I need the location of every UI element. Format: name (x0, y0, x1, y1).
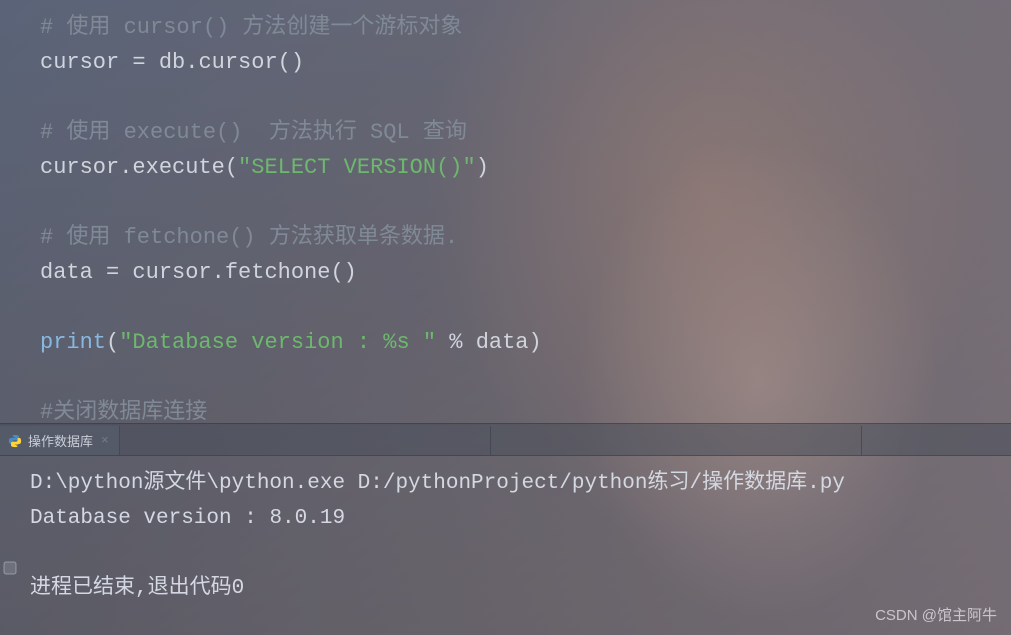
console-line: Database version : 8.0.19 (30, 501, 1011, 536)
code-token: "Database version : %s " (119, 330, 436, 355)
code-token: # 使用 cursor() 方法创建一个游标对象 (40, 15, 462, 40)
code-token: fetchone (225, 260, 331, 285)
code-token: = (106, 260, 132, 285)
code-token: ( (106, 330, 119, 355)
code-token: data (476, 330, 529, 355)
code-token: #关闭数据库连接 (40, 400, 207, 423)
code-line[interactable]: # 使用 cursor() 方法创建一个游标对象 (40, 10, 1011, 45)
code-line[interactable] (40, 80, 1011, 115)
gutter-indicator-icon (2, 558, 18, 574)
code-line[interactable]: cursor.execute("SELECT VERSION()") (40, 150, 1011, 185)
console-line (30, 536, 1011, 571)
tab-divider (490, 426, 491, 455)
watermark-text: CSDN @馆主阿牛 (875, 604, 997, 625)
code-token: ) (529, 330, 542, 355)
code-token: () (278, 50, 304, 75)
code-token: ( (225, 155, 238, 180)
console-tab-label: 操作数据库 (28, 431, 93, 450)
code-token: % (436, 330, 476, 355)
code-token: cursor (40, 155, 119, 180)
code-token: db (159, 50, 185, 75)
code-line[interactable] (40, 185, 1011, 220)
code-line[interactable] (40, 360, 1011, 395)
code-token: . (185, 50, 198, 75)
code-token: cursor (132, 260, 211, 285)
console-line: 进程已结束,退出代码0 (30, 571, 1011, 606)
code-token: . (212, 260, 225, 285)
python-icon (8, 434, 22, 448)
code-line[interactable]: #关闭数据库连接 (40, 395, 1011, 423)
code-token: data (40, 260, 106, 285)
code-token: execute (132, 155, 224, 180)
code-token: . (119, 155, 132, 180)
code-editor[interactable]: # 使用 cursor() 方法创建一个游标对象cursor = db.curs… (0, 0, 1011, 423)
code-token: print (40, 330, 106, 355)
code-token: # 使用 execute() 方法执行 SQL 查询 (40, 120, 467, 145)
code-line[interactable]: print("Database version : %s " % data) (40, 325, 1011, 360)
code-token: = (132, 50, 158, 75)
code-line[interactable]: data = cursor.fetchone() (40, 255, 1011, 290)
code-token: ) (476, 155, 489, 180)
code-token: "SELECT VERSION()" (238, 155, 476, 180)
console-tab-bar: 操作数据库 × (0, 426, 1011, 456)
code-token: cursor (198, 50, 277, 75)
code-token: () (330, 260, 356, 285)
code-line[interactable]: # 使用 fetchone() 方法获取单条数据. (40, 220, 1011, 255)
code-token: # 使用 fetchone() 方法获取单条数据. (40, 225, 458, 250)
console-output[interactable]: D:\python源文件\python.exe D:/pythonProject… (0, 456, 1011, 635)
code-line[interactable]: cursor = db.cursor() (40, 45, 1011, 80)
code-token: cursor (40, 50, 132, 75)
tab-divider (861, 426, 862, 455)
console-tab[interactable]: 操作数据库 × (0, 426, 120, 455)
close-icon[interactable]: × (99, 433, 111, 448)
code-line[interactable]: # 使用 execute() 方法执行 SQL 查询 (40, 115, 1011, 150)
code-line[interactable] (40, 290, 1011, 325)
console-line: D:\python源文件\python.exe D:/pythonProject… (30, 466, 1011, 501)
